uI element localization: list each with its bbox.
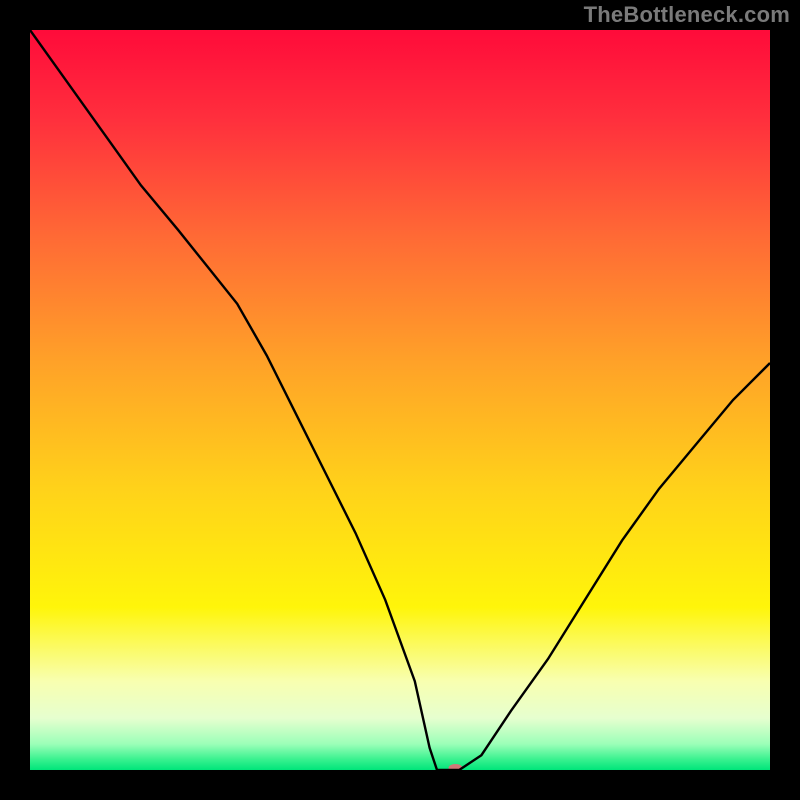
- plot-area: [30, 30, 770, 770]
- bottleneck-chart-svg: [30, 30, 770, 770]
- chart-frame: TheBottleneck.com: [0, 0, 800, 800]
- gradient-background: [30, 30, 770, 770]
- watermark-text: TheBottleneck.com: [584, 2, 790, 28]
